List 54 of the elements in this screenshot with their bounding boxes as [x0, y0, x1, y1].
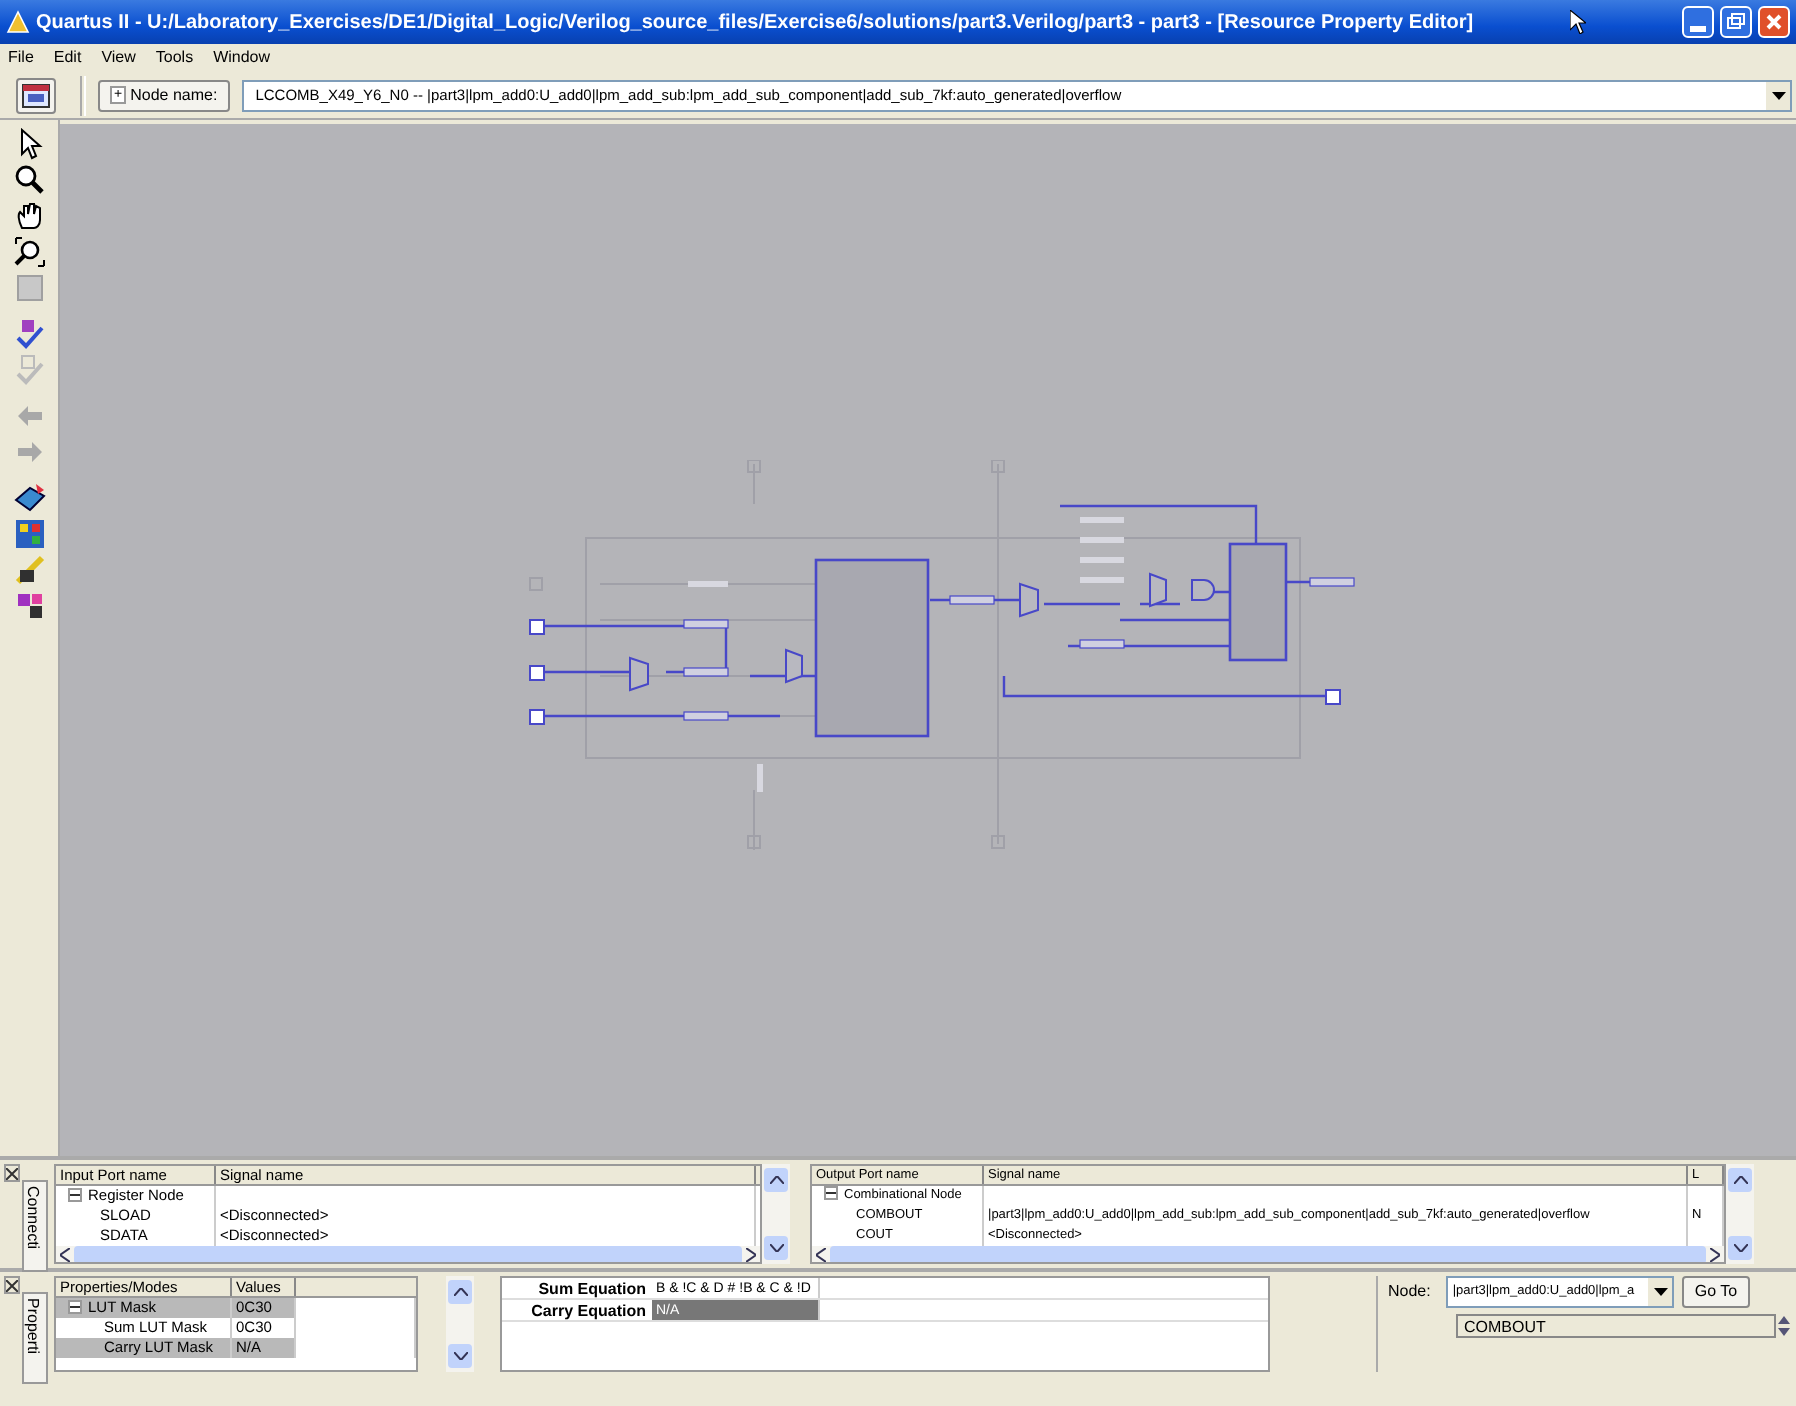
check-icon[interactable]: [13, 318, 45, 350]
window-title: Quartus II - U:/Laboratory_Exercises/DE1/Digital_Logic/Verilog_source_files/Exercise6/solutions/part3.Verilog/part3 - part3 - [Resource Property Editor]: [36, 9, 1474, 37]
node-label: Node:: [1388, 1280, 1431, 1304]
tree-toggle[interactable]: [68, 1188, 82, 1202]
menu-item[interactable]: Window: [213, 46, 271, 70]
port-list-item[interactable]: COMBOUT: [1456, 1314, 1776, 1338]
chip-icon[interactable]: [13, 554, 45, 586]
zoom-fit-icon[interactable]: [13, 236, 45, 268]
minimize-button[interactable]: [1682, 6, 1714, 38]
restore-button[interactable]: [1720, 6, 1752, 38]
go-to-button[interactable]: Go To: [1682, 1276, 1750, 1308]
minimize-icon: [1690, 25, 1706, 31]
menu-item[interactable]: Tools: [155, 46, 194, 70]
app-icon: [6, 10, 30, 34]
vertical-scrollbar[interactable]: [1726, 1164, 1754, 1264]
zoom-icon[interactable]: [13, 164, 45, 196]
equation-label: Sum Equation: [536, 1278, 648, 1298]
scroll-down-icon[interactable]: [769, 1244, 783, 1252]
panel-tab[interactable]: Connecti: [22, 1180, 48, 1272]
scroll-left-icon[interactable]: [60, 1248, 70, 1262]
horizontal-scrollbar[interactable]: [812, 1246, 1724, 1262]
close-icon: [1762, 10, 1786, 34]
scroll-up-icon[interactable]: [769, 1176, 783, 1184]
spin-arrows-icon[interactable]: [1776, 1314, 1792, 1338]
scroll-up-icon[interactable]: [453, 1288, 467, 1296]
tree-toggle[interactable]: [824, 1186, 838, 1200]
check-icon[interactable]: [13, 354, 45, 386]
vertical-scrollbar[interactable]: [762, 1164, 790, 1264]
scroll-down-icon[interactable]: [1733, 1244, 1747, 1252]
restore-icon: [1724, 10, 1748, 34]
equation-label: Carry Equation: [529, 1300, 648, 1320]
scroll-up-icon[interactable]: [1733, 1176, 1747, 1184]
scroll-down-icon[interactable]: [453, 1352, 467, 1360]
close-panel-button[interactable]: [4, 1164, 20, 1182]
button-label: Node name:: [130, 83, 218, 107]
mouse-pointer-icon: [1569, 10, 1586, 34]
horizontal-scrollbar[interactable]: [56, 1246, 760, 1262]
vertical-scrollbar[interactable]: [446, 1276, 474, 1372]
properties-toolbar-button[interactable]: [16, 77, 56, 113]
hand-icon[interactable]: [13, 200, 45, 232]
close-button[interactable]: [1758, 6, 1790, 38]
scroll-left-icon[interactable]: [816, 1248, 826, 1262]
scroll-right-icon[interactable]: [1710, 1248, 1720, 1262]
menu-item[interactable]: Edit: [53, 46, 82, 70]
menu-item[interactable]: View: [101, 46, 136, 70]
chip-icon[interactable]: [13, 482, 45, 514]
panel-tab[interactable]: Properti: [22, 1292, 48, 1384]
menu-item[interactable]: File: [8, 46, 34, 70]
tree-toggle[interactable]: [68, 1300, 82, 1314]
scroll-right-icon[interactable]: [746, 1248, 756, 1262]
dropdown-arrow-icon[interactable]: [1653, 1288, 1668, 1296]
chip-icon[interactable]: [13, 590, 45, 622]
dropdown-arrow-icon[interactable]: [1771, 91, 1785, 99]
close-panel-button[interactable]: [4, 1276, 20, 1294]
